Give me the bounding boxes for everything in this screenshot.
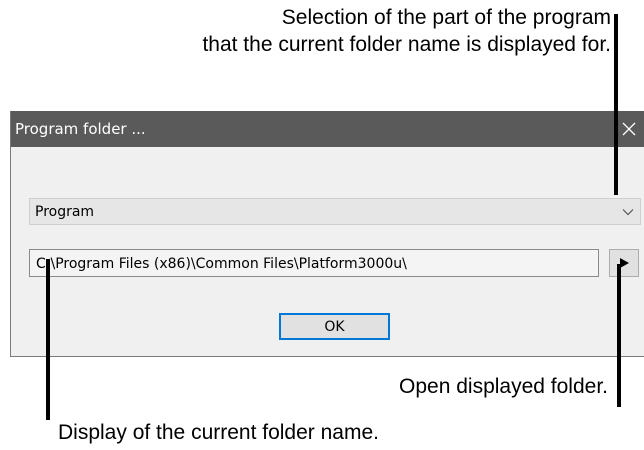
open-folder-button[interactable] [609, 249, 639, 277]
program-part-select[interactable]: Program [29, 198, 641, 225]
open-folder-annotation: Open displayed folder. [399, 375, 608, 398]
folder-path-value: C:\Program Files (x86)\Common Files\Plat… [36, 256, 407, 272]
folder-path-field[interactable]: C:\Program Files (x86)\Common Files\Plat… [29, 249, 599, 277]
selection-annotation-line1: Selection of the part of the program [281, 6, 611, 29]
selection-pointer-line [614, 14, 618, 195]
selection-annotation: Selection of the part of the program tha… [202, 4, 611, 58]
close-icon [622, 122, 636, 136]
open-pointer-line [617, 264, 621, 407]
selection-annotation-line2: that the current folder name is displaye… [202, 33, 611, 56]
program-folder-dialog: Program folder ... Program C:\Program Fi… [10, 111, 644, 357]
dialog-title: Program folder ... [15, 120, 146, 138]
display-pointer-line [46, 259, 50, 420]
close-button[interactable] [614, 111, 644, 147]
ok-button[interactable]: OK [279, 313, 390, 340]
display-folder-annotation: Display of the current folder name. [58, 421, 379, 444]
program-part-select-value: Program [35, 204, 95, 220]
dialog-titlebar: Program folder ... [11, 111, 644, 147]
chevron-down-icon [622, 209, 634, 216]
